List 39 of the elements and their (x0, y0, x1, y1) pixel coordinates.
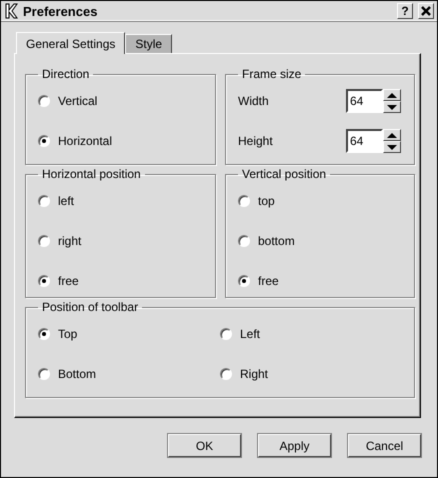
up-arrow-button[interactable] (383, 89, 401, 101)
radio-button[interactable]: Vertical (38, 94, 98, 108)
group-title: Horizontal position (41, 167, 142, 181)
field-label: Height (238, 134, 273, 148)
down-arrow-button[interactable] (383, 141, 401, 153)
down-arrow-button[interactable] (383, 101, 401, 113)
dialog-button[interactable]: Cancel (348, 434, 421, 457)
radio-button[interactable]: right (38, 234, 82, 248)
down-triangle-icon (386, 104, 398, 110)
number-field[interactable]: 64 (346, 89, 383, 113)
dialog-button[interactable]: OK (168, 434, 241, 457)
radio-button[interactable]: left (38, 194, 74, 208)
radio-button[interactable]: free (238, 274, 279, 288)
radio-button[interactable]: Right (220, 367, 268, 381)
up-arrow-button[interactable] (383, 129, 401, 141)
group-title: Direction (41, 67, 90, 81)
tab[interactable]: Style (125, 34, 172, 53)
radio-button[interactable]: free (38, 274, 79, 288)
dialog-button[interactable]: Apply (258, 434, 331, 457)
number-field[interactable]: 64 (346, 129, 383, 153)
radio-button[interactable]: bottom (238, 234, 295, 248)
radio-button[interactable]: top (238, 194, 275, 208)
radio-button[interactable]: Top (38, 327, 78, 341)
tab[interactable]: General Settings (16, 32, 126, 54)
close-button[interactable] (418, 3, 434, 19)
up-triangle-icon (386, 92, 398, 98)
group-title: Frame size (241, 67, 302, 81)
down-triangle-icon (386, 144, 398, 150)
help-button[interactable]: ? (397, 3, 413, 19)
field-label: Width (238, 94, 269, 108)
up-triangle-icon (386, 132, 398, 138)
radio-button[interactable]: Bottom (38, 367, 96, 381)
group-title: Position of toolbar (41, 300, 140, 314)
close-icon (421, 6, 431, 16)
group-title: Vertical position (241, 167, 328, 181)
radio-button[interactable]: Left (220, 327, 260, 341)
window-title: Preferences (23, 4, 98, 18)
radio-button[interactable]: Horizontal (38, 134, 112, 148)
app-logo-icon (4, 3, 18, 19)
